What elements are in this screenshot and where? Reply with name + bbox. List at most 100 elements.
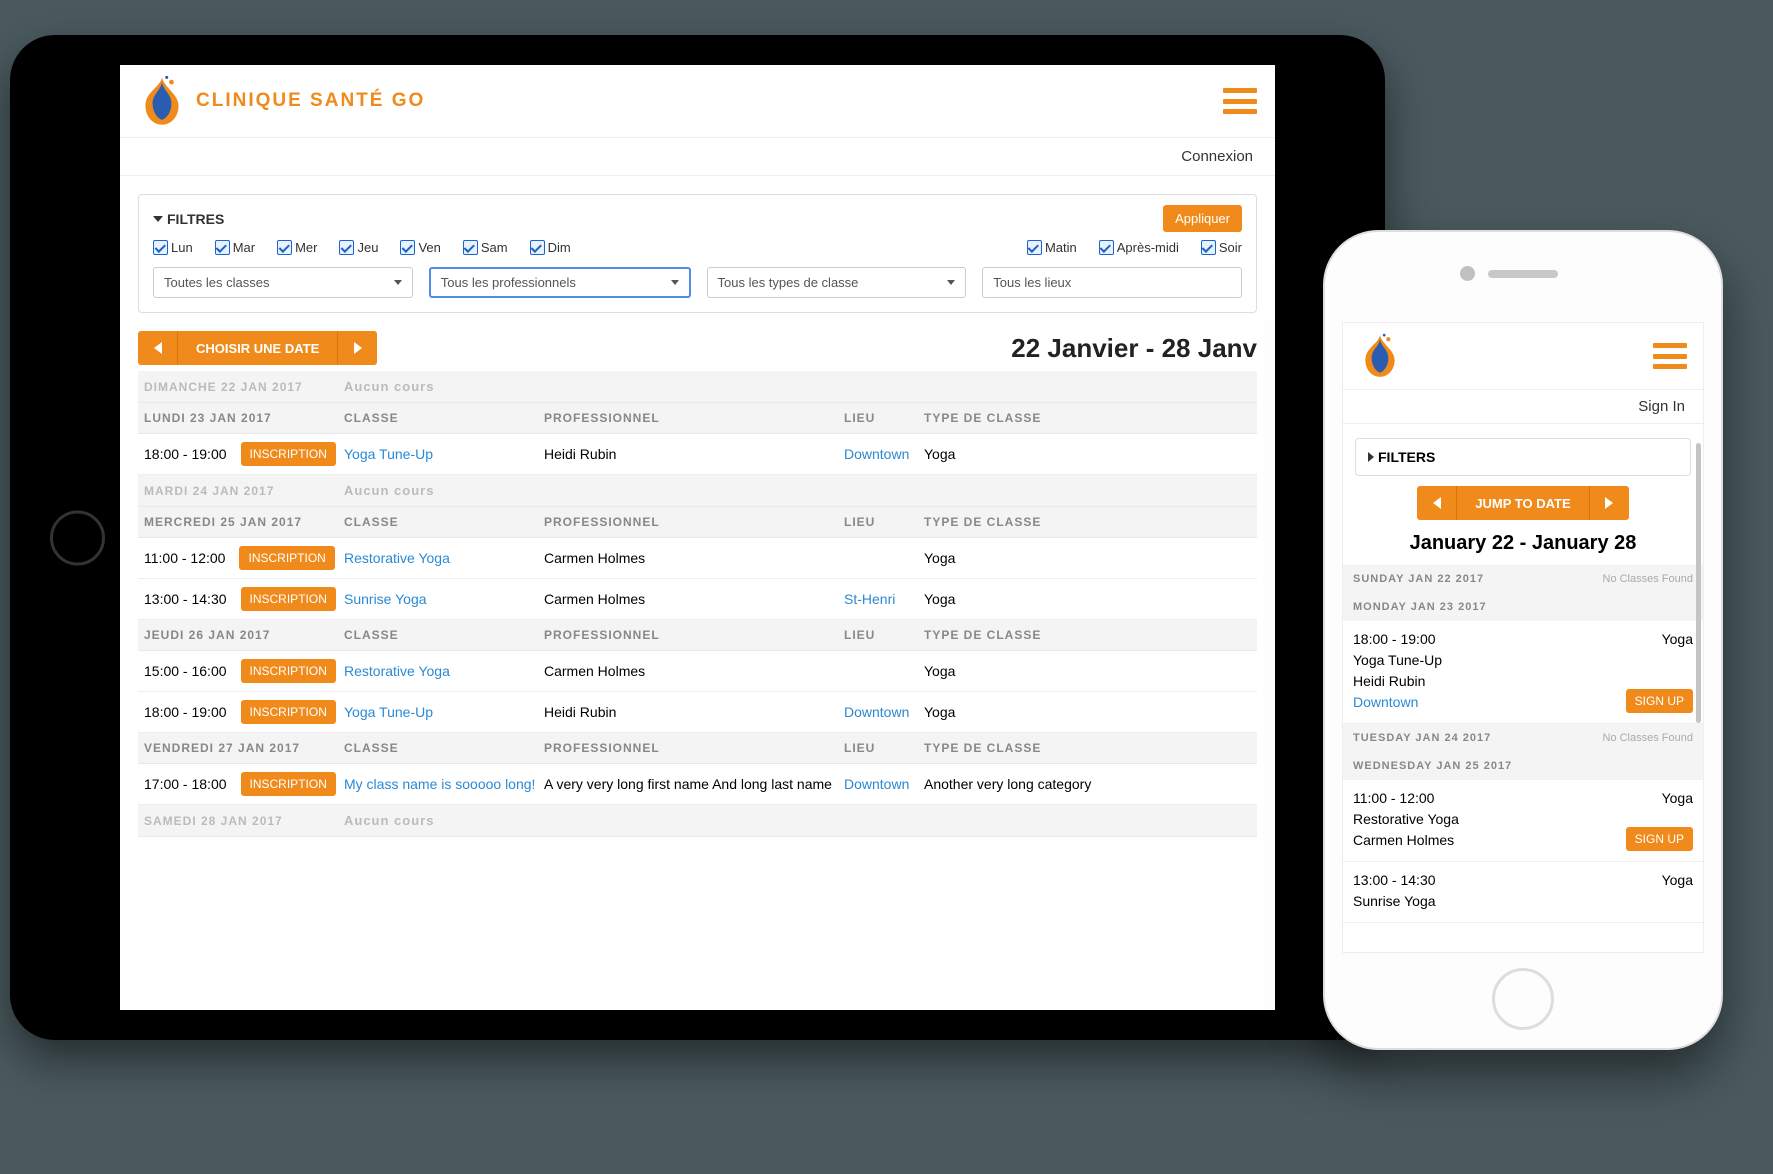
checkbox-label: Ven — [418, 240, 440, 255]
jump-to-date-button[interactable]: JUMP TO DATE — [1457, 486, 1588, 520]
inscription-button[interactable]: INSCRIPTION — [241, 659, 336, 683]
cell-class[interactable]: Yoga Tune-Up — [344, 704, 544, 720]
checkbox-label: Matin — [1045, 240, 1077, 255]
cell-type: Yoga — [924, 550, 1251, 566]
choose-date-button[interactable]: CHOISIR UNE DATE — [178, 331, 337, 365]
next-week-button[interactable] — [337, 331, 377, 365]
col-class-label: CLASSE — [344, 411, 544, 425]
no-class-label: Aucun cours — [344, 483, 434, 498]
select-class-types[interactable]: Tous les types de classe — [707, 267, 967, 298]
checkbox-icon — [153, 240, 168, 255]
cell-class[interactable]: Sunrise Yoga — [344, 591, 544, 607]
col-class-label: CLASSE — [344, 741, 544, 755]
cell-location[interactable]: St-Henri — [844, 591, 924, 607]
apply-button[interactable]: Appliquer — [1163, 205, 1242, 232]
cell-location[interactable]: Downtown — [844, 776, 924, 792]
phone-device-frame: Sign In FILTERS JUMP TO DATE January 22 … — [1323, 230, 1723, 1050]
checkbox-icon — [215, 240, 230, 255]
cell-time: 18:00 - 19:00INSCRIPTION — [144, 442, 344, 466]
checkbox-time-après-midi[interactable]: Après-midi — [1099, 240, 1179, 255]
menu-icon[interactable] — [1653, 343, 1687, 369]
checkbox-day-sam[interactable]: Sam — [463, 240, 508, 255]
select-pros-value: Tous les professionnels — [441, 275, 576, 290]
inscription-button[interactable]: INSCRIPTION — [241, 587, 336, 611]
inscription-button[interactable]: INSCRIPTION — [241, 772, 336, 796]
no-class-label: Aucun cours — [344, 813, 434, 828]
chevron-right-icon — [1605, 497, 1613, 509]
filters-panel: FILTRES Appliquer LunMarMerJeuVenSamDim … — [138, 194, 1257, 313]
date-range-label: 22 Janvier - 28 Janv — [1011, 333, 1257, 364]
login-link[interactable]: Connexion — [120, 138, 1275, 176]
caret-icon — [947, 280, 955, 285]
schedule-day-header: VENDREDI 27 JAN 2017 CLASSE PROFESSIONNE… — [138, 733, 1257, 764]
select-places[interactable]: Tous les lieux — [982, 267, 1242, 298]
schedule-row: 11:00 - 12:00INSCRIPTION Restorative Yog… — [138, 538, 1257, 579]
cell-class[interactable]: Restorative Yoga — [344, 550, 544, 566]
cell-type: Another very long category — [924, 776, 1251, 792]
cell-class: Yoga Tune-Up — [1353, 650, 1693, 671]
col-class-label: CLASSE — [344, 628, 544, 642]
tablet-header: CLINIQUE SANTÉ GO — [120, 65, 1275, 138]
cell-time: 15:00 - 16:00INSCRIPTION — [144, 659, 344, 683]
menu-icon[interactable] — [1223, 88, 1257, 114]
cell-time: 18:00 - 19:00INSCRIPTION — [144, 700, 344, 724]
col-pro-label: PROFESSIONNEL — [544, 628, 844, 642]
tablet-home-button[interactable] — [50, 510, 105, 565]
checkbox-day-mer[interactable]: Mer — [277, 240, 317, 255]
login-link[interactable]: Sign In — [1343, 390, 1703, 424]
cell-type: Yoga — [924, 446, 1251, 462]
cell-professional: Carmen Holmes — [544, 550, 844, 566]
checkbox-day-lun[interactable]: Lun — [153, 240, 193, 255]
chevron-left-icon — [1433, 497, 1441, 509]
filters-label: FILTERS — [1378, 449, 1435, 465]
cell-time: 13:00 - 14:30INSCRIPTION — [144, 587, 344, 611]
cell-location[interactable]: Downtown — [844, 704, 924, 720]
flame-icon — [138, 75, 186, 127]
checkbox-icon — [463, 240, 478, 255]
checkbox-time-matin[interactable]: Matin — [1027, 240, 1077, 255]
select-professionals[interactable]: Tous les professionnels — [429, 267, 691, 298]
col-type-label: TYPE DE CLASSE — [924, 515, 1251, 529]
checkbox-day-ven[interactable]: Ven — [400, 240, 440, 255]
signup-button[interactable]: SIGN UP — [1626, 689, 1693, 713]
prev-week-button[interactable] — [138, 331, 178, 365]
day-label: MERCREDI 25 JAN 2017 — [144, 515, 344, 529]
inscription-button[interactable]: INSCRIPTION — [239, 546, 334, 570]
cell-class[interactable]: My class name is sooooo long! — [344, 776, 544, 792]
checkbox-day-mar[interactable]: Mar — [215, 240, 255, 255]
schedule-day-header: WEDNESDAY JAN 25 2017 — [1343, 752, 1703, 780]
checkbox-icon — [1201, 240, 1216, 255]
col-pro-label: PROFESSIONNEL — [544, 515, 844, 529]
day-label: SUNDAY JAN 22 2017 — [1353, 573, 1484, 585]
schedule-row: 11:00 - 12:00Yoga Restorative Yoga Carme… — [1343, 780, 1703, 862]
filters-toggle[interactable]: FILTRES — [153, 211, 224, 227]
cell-time: 13:00 - 14:30 — [1353, 870, 1436, 891]
col-pro-label: PROFESSIONNEL — [544, 411, 844, 425]
date-range-label: January 22 - January 28 — [1343, 526, 1703, 565]
checkbox-time-soir[interactable]: Soir — [1201, 240, 1242, 255]
select-classes[interactable]: Toutes les classes — [153, 267, 413, 298]
inscription-button[interactable]: INSCRIPTION — [241, 700, 336, 724]
checkbox-label: Jeu — [357, 240, 378, 255]
cell-class: Sunrise Yoga — [1353, 891, 1693, 912]
flame-icon[interactable] — [1359, 333, 1401, 379]
next-week-button[interactable] — [1589, 486, 1629, 520]
schedule-row: 13:00 - 14:30Yoga Sunrise Yoga — [1343, 862, 1703, 923]
cell-professional: Heidi Rubin — [544, 704, 844, 720]
cell-class[interactable]: Yoga Tune-Up — [344, 446, 544, 462]
cell-location[interactable]: Downtown — [844, 446, 924, 462]
phone-home-button[interactable] — [1492, 968, 1554, 1030]
tablet-screen: CLINIQUE SANTÉ GO Connexion FILTRES Appl… — [120, 65, 1275, 1010]
day-label: MARDI 24 JAN 2017 — [144, 483, 344, 498]
signup-button[interactable]: SIGN UP — [1626, 827, 1693, 851]
checkbox-day-jeu[interactable]: Jeu — [339, 240, 378, 255]
prev-week-button[interactable] — [1417, 486, 1457, 520]
select-types-value: Tous les types de classe — [718, 275, 859, 290]
filters-toggle[interactable]: FILTERS — [1355, 438, 1691, 476]
logo[interactable]: CLINIQUE SANTÉ GO — [138, 75, 425, 127]
schedule-day-header: MERCREDI 25 JAN 2017 CLASSE PROFESSIONNE… — [138, 507, 1257, 538]
cell-professional: Heidi Rubin — [544, 446, 844, 462]
inscription-button[interactable]: INSCRIPTION — [241, 442, 336, 466]
checkbox-day-dim[interactable]: Dim — [530, 240, 571, 255]
cell-class[interactable]: Restorative Yoga — [344, 663, 544, 679]
